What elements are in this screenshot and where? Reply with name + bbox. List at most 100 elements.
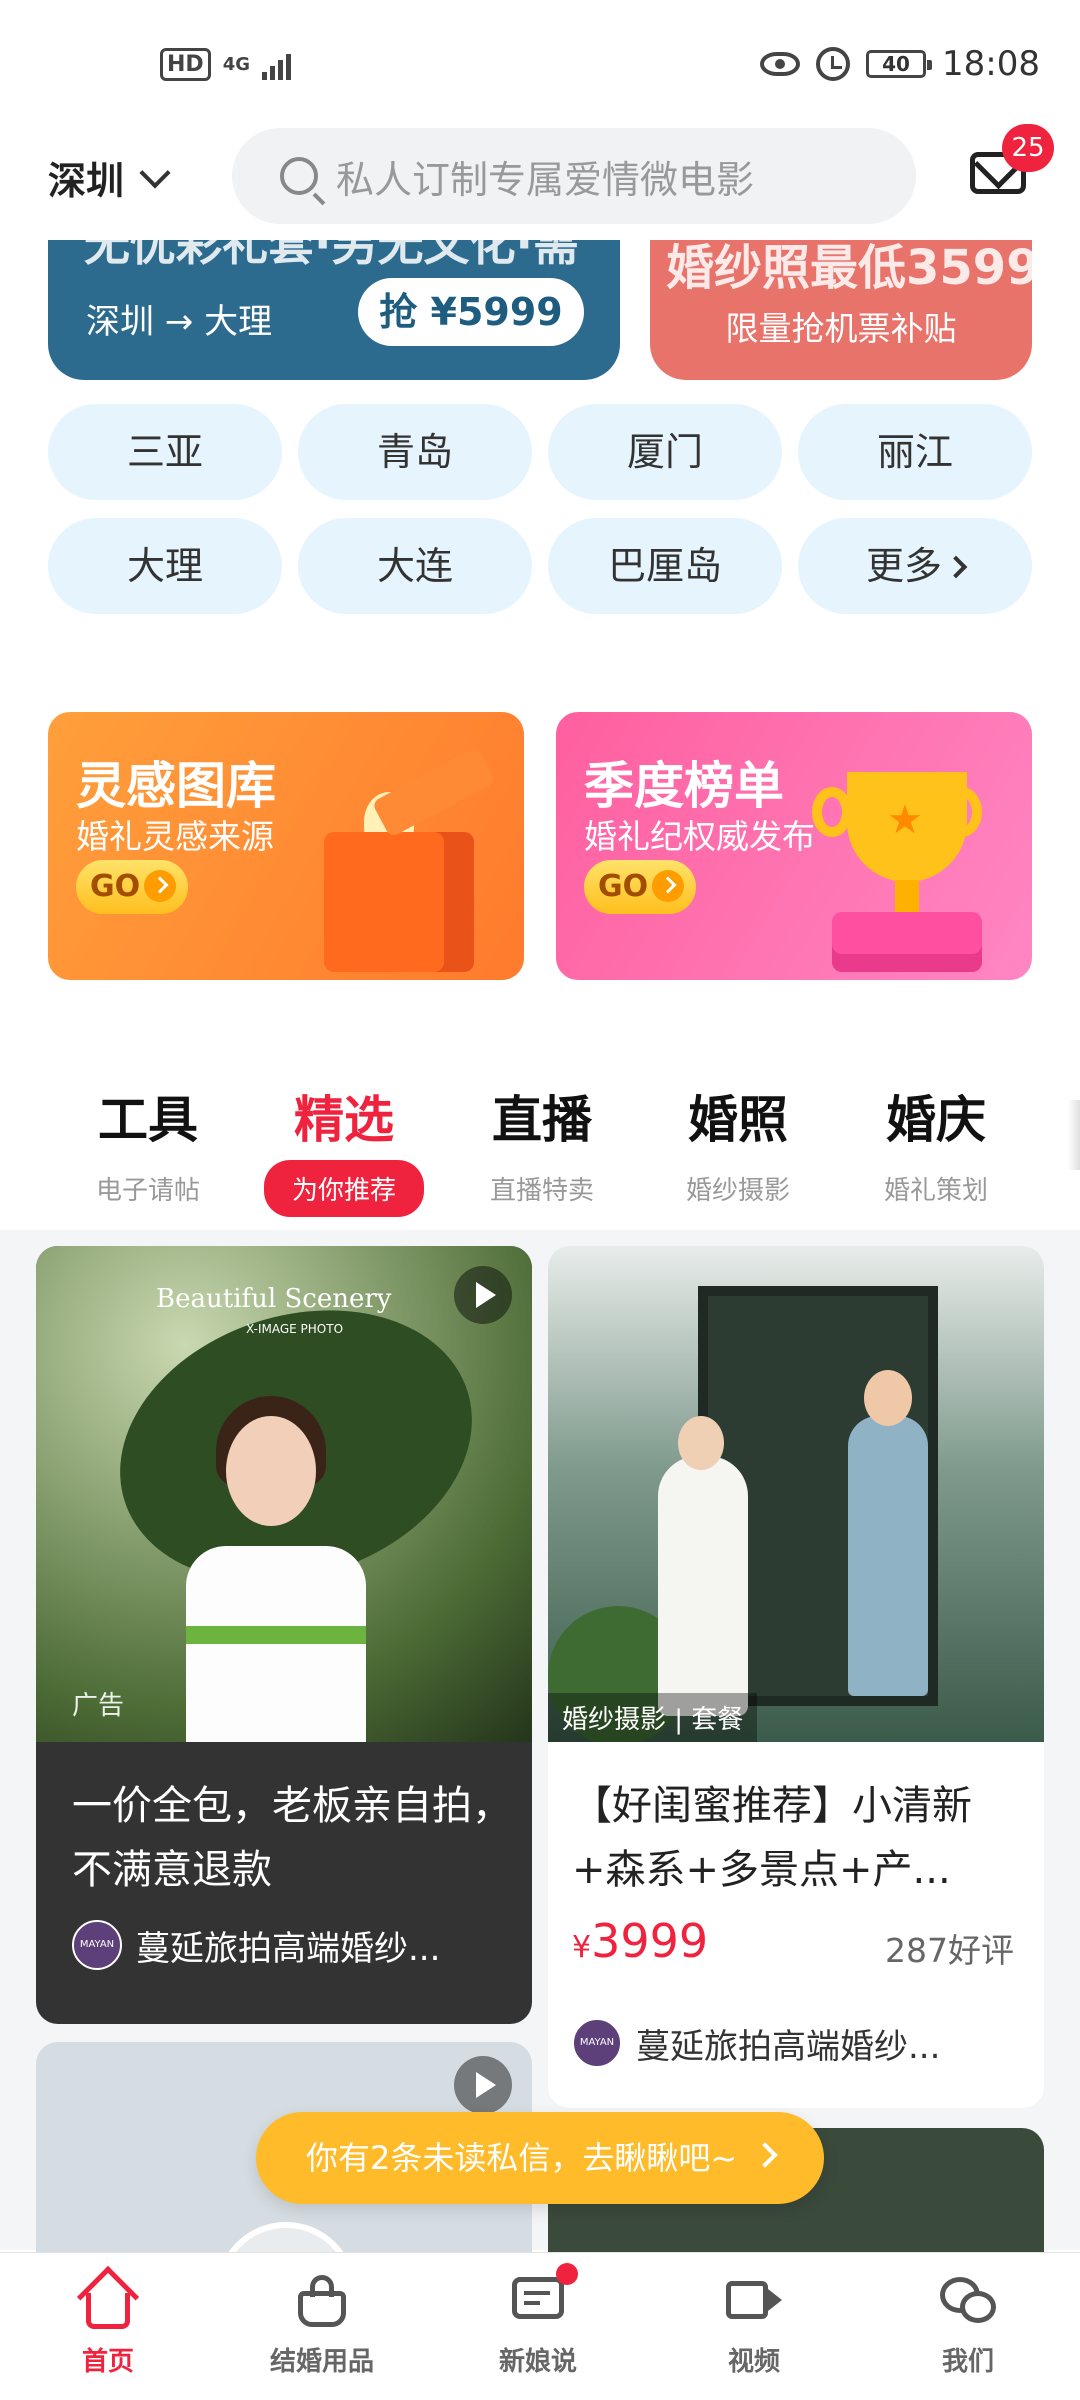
search-bar[interactable]: 私人订制专属爱情微电影: [232, 128, 916, 224]
tab-subtitle: 婚礼策划: [883, 1176, 988, 1206]
nav-us[interactable]: 我们: [878, 2271, 1058, 2378]
message-square-icon: [508, 2263, 578, 2331]
go-button[interactable]: GO: [584, 860, 696, 914]
toast-text: 你有2条未读私信，去瞅瞅吧~: [306, 2139, 738, 2177]
feature-title: 季度榜单: [584, 757, 784, 815]
promo-subtitle: 限量抢机票补贴: [725, 309, 957, 348]
chevron-right-icon: [752, 2142, 778, 2168]
tabs-scroll-fade: [1068, 1100, 1080, 1170]
nav-label: 新娘说: [498, 2347, 577, 2377]
chip-bali[interactable]: 巴厘岛: [548, 518, 782, 614]
review-count: 287好评: [885, 1931, 1014, 1970]
video-icon: [724, 2271, 784, 2331]
nav-video[interactable]: 视频: [664, 2271, 844, 2378]
tab-subtitle: 为你推荐: [263, 1160, 424, 1217]
promo-banner-wedding-photo[interactable]: 婚纱照最低3599 限量抢机票补贴: [650, 240, 1032, 380]
tab-title: 婚照: [688, 1091, 788, 1149]
network-type: 4G: [222, 53, 250, 75]
search-placeholder: 私人订制专属爱情微电影: [336, 157, 755, 202]
shop-info[interactable]: MAYAN 蔓延旅拍高端婚纱...: [572, 2018, 940, 2068]
feature-title: 灵感图库: [76, 757, 276, 815]
top-header: 深圳 私人订制专属爱情微电影 25: [0, 124, 1080, 228]
chip-xiamen[interactable]: 厦门: [548, 404, 782, 500]
notification-dot: [556, 2263, 578, 2285]
grab-deal-button[interactable]: 抢 ¥5999: [358, 278, 584, 346]
tab-live[interactable]: 直播 直播特卖: [442, 1080, 642, 1207]
photo-caption: 婚纱摄影 | 套餐: [548, 1693, 758, 1742]
hd-badge: HD: [160, 48, 211, 81]
unread-messages-toast[interactable]: 你有2条未读私信，去瞅瞅吧~: [256, 2112, 824, 2204]
shop-name: 蔓延旅拍高端婚纱...: [136, 1928, 441, 1969]
promo-banner-flight[interactable]: 无忧彩礼套·另无文化·需 深圳 → 大理 抢 ¥5999: [48, 240, 620, 380]
trophy-icon: ★: [812, 752, 1002, 972]
play-icon[interactable]: [454, 1266, 512, 1324]
status-bar: HD 4G 40 18:08: [0, 0, 1080, 130]
chip-qingdao[interactable]: 青岛: [298, 404, 532, 500]
clock: 18:08: [942, 44, 1040, 84]
tab-wedding-planning[interactable]: 婚庆 婚礼策划: [836, 1080, 1036, 1207]
shopping-bag-icon: [292, 2271, 352, 2331]
price-symbol: ¥: [572, 1930, 592, 1965]
chip-dalian[interactable]: 大连: [298, 518, 532, 614]
eye-icon: [760, 52, 801, 76]
chip-more[interactable]: 更多: [798, 518, 1032, 614]
card-photo: Beautiful Scenery X-IMAGE PHOTO 广告: [36, 1246, 532, 1742]
nav-label: 我们: [941, 2347, 994, 2377]
bride-photo: [84, 1266, 508, 1742]
price: ¥3999: [572, 1914, 708, 1968]
inspiration-gallery-card[interactable]: 灵感图库 婚礼灵感来源 GO: [48, 712, 524, 980]
tab-wedding-photos[interactable]: 婚照 婚纱摄影: [638, 1080, 838, 1207]
chip-lijiang[interactable]: 丽江: [798, 404, 1032, 500]
tab-tools[interactable]: 工具 电子请帖: [48, 1080, 248, 1207]
tab-title: 婚庆: [886, 1091, 986, 1149]
nav-wedding-goods[interactable]: 结婚用品: [232, 2271, 412, 2378]
feature-subtitle: 婚礼灵感来源: [76, 817, 274, 856]
shop-info[interactable]: MAYAN 蔓延旅拍高端婚纱...: [72, 1920, 440, 1970]
shop-avatar: MAYAN: [72, 1920, 122, 1970]
battery-icon: 40: [866, 50, 933, 78]
tab-featured[interactable]: 精选 为你推荐: [244, 1080, 444, 1217]
tab-subtitle: 电子请帖: [95, 1176, 200, 1206]
feature-subtitle: 婚礼纪权威发布: [584, 817, 815, 856]
status-right: 40 18:08: [760, 44, 1040, 84]
shop-name: 蔓延旅拍高端婚纱...: [636, 2026, 941, 2067]
promo-route: 深圳 → 大理: [86, 302, 273, 342]
promo-cut-text: 无忧彩礼套·另无文化·需: [84, 240, 579, 271]
photo-overlay-title: Beautiful Scenery: [156, 1284, 392, 1314]
chip-sanya[interactable]: 三亚: [48, 404, 282, 500]
play-icon[interactable]: [454, 2056, 512, 2114]
chevron-down-icon: [139, 156, 171, 189]
nav-label: 结婚用品: [269, 2347, 374, 2377]
nav-home[interactable]: 首页: [18, 2265, 198, 2378]
home-icon: [76, 2265, 140, 2331]
tab-subtitle: 婚纱摄影: [685, 1176, 790, 1206]
nav-bride-talk[interactable]: 新娘说: [448, 2263, 628, 2378]
feed-card-package[interactable]: 婚纱摄影 | 套餐 【好闺蜜推荐】小清新+森系+多景点+产... ¥3999 2…: [548, 1246, 1044, 2108]
card-title: 【好闺蜜推荐】小清新+森系+多景点+产...: [572, 1783, 972, 1893]
photo-overlay-sub: X-IMAGE PHOTO: [246, 1322, 344, 1336]
category-tabs: 工具 电子请帖 精选 为你推荐 直播 直播特卖 婚照 婚纱摄影 婚庆 婚礼策划: [48, 1080, 1048, 1217]
nav-label: 首页: [81, 2347, 134, 2377]
promo-cut-text: 婚纱照最低3599: [666, 240, 1032, 296]
season-ranking-card[interactable]: 季度榜单 婚礼纪权威发布 GO ★: [556, 712, 1032, 980]
chevron-right-icon: [944, 555, 968, 579]
feed-card-ad[interactable]: Beautiful Scenery X-IMAGE PHOTO 广告 一价全包，…: [36, 1246, 532, 2024]
search-icon: [280, 157, 318, 195]
card-photo: 婚纱摄影 | 套餐: [548, 1246, 1044, 1742]
status-left: HD 4G: [160, 48, 291, 81]
nav-label: 视频: [727, 2347, 780, 2377]
shop-avatar: MAYAN: [572, 2018, 622, 2068]
chevron-right-icon: [151, 876, 169, 894]
tab-title: 直播: [492, 1091, 592, 1149]
tab-subtitle: 直播特卖: [489, 1176, 594, 1206]
bottom-nav: 首页 结婚用品 新娘说 视频 我们: [0, 2252, 1080, 2400]
tab-title: 工具: [98, 1091, 198, 1149]
city-selector[interactable]: 深圳: [48, 150, 171, 205]
chip-more-label: 更多: [865, 544, 942, 588]
go-button[interactable]: GO: [76, 860, 188, 914]
chip-dali[interactable]: 大理: [48, 518, 282, 614]
gift-box-icon: [304, 746, 497, 972]
alarm-icon: [816, 47, 851, 81]
chevron-right-icon: [659, 876, 677, 894]
price-value: 3999: [591, 1914, 709, 1968]
